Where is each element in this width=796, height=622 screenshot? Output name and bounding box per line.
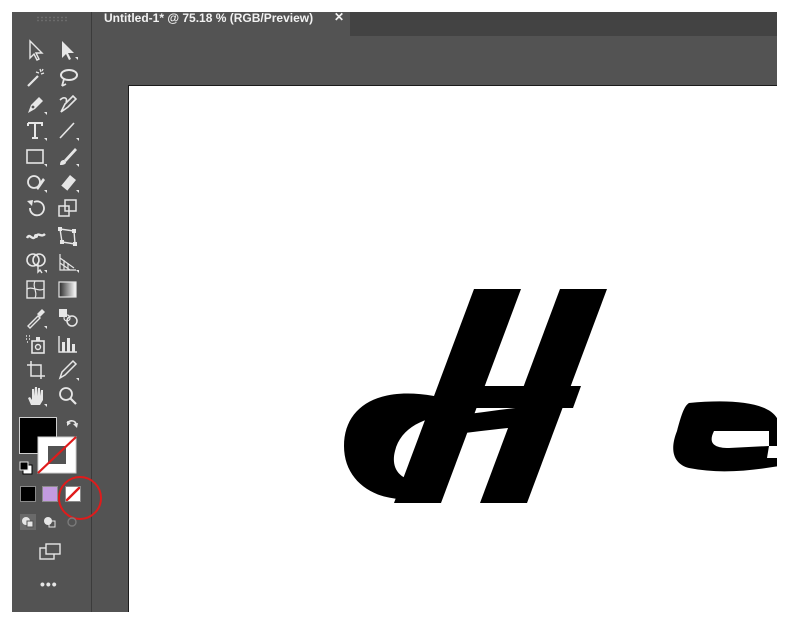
shape-builder-tool-icon[interactable] — [24, 250, 48, 274]
lasso-tool-icon[interactable] — [56, 66, 80, 90]
rotate-tool-icon[interactable] — [24, 196, 48, 220]
screen-mode-icon[interactable] — [38, 540, 62, 564]
width-tool-icon[interactable] — [24, 224, 48, 248]
color-mode-button[interactable] — [20, 486, 36, 502]
swap-fill-stroke-icon[interactable] — [64, 418, 80, 434]
document-tab-strip: Untitled-1* @ 75.18 % (RGB/Preview) ✕ — [92, 10, 777, 36]
curvature-tool-icon[interactable] — [56, 92, 80, 116]
slice-tool-icon[interactable] — [56, 358, 80, 382]
document-tab[interactable]: Untitled-1* @ 75.18 % (RGB/Preview) ✕ — [92, 10, 350, 36]
blend-tool-icon[interactable] — [56, 306, 80, 330]
gradient-mode-button[interactable] — [42, 486, 58, 502]
artboard-artwork[interactable]: He — [129, 86, 777, 612]
stroke-swatch[interactable] — [37, 436, 77, 474]
mesh-tool-icon[interactable] — [24, 278, 48, 302]
shaper-tool-icon[interactable] — [24, 170, 48, 194]
draw-inside-icon[interactable] — [64, 514, 80, 530]
hand-tool-icon[interactable] — [24, 384, 48, 408]
artboard-tool-icon[interactable] — [24, 358, 48, 382]
edit-toolbar-button[interactable]: ••• — [40, 576, 58, 592]
artboard[interactable]: He — [128, 85, 777, 612]
symbol-sprayer-tool-icon[interactable] — [24, 332, 48, 356]
magic-wand-tool-icon[interactable] — [24, 66, 48, 90]
gradient-tool-icon[interactable] — [56, 278, 80, 302]
zoom-tool-icon[interactable] — [56, 384, 80, 408]
draw-behind-icon[interactable] — [42, 514, 58, 530]
illustrator-window: Untitled-1* @ 75.18 % (RGB/Preview) ✕ He — [0, 0, 796, 622]
scale-tool-icon[interactable] — [56, 196, 80, 220]
column-graph-tool-icon[interactable] — [56, 332, 80, 356]
pen-tool-icon[interactable] — [24, 92, 48, 116]
eraser-tool-icon[interactable] — [56, 170, 80, 194]
eyedropper-tool-icon[interactable] — [24, 306, 48, 330]
selection-tool-icon[interactable] — [24, 38, 48, 62]
direct-selection-tool-icon[interactable] — [56, 38, 80, 62]
type-tool-icon[interactable] — [24, 118, 48, 142]
paintbrush-tool-icon[interactable] — [56, 144, 80, 168]
rectangle-tool-icon[interactable] — [24, 144, 48, 168]
document-tab-title: Untitled-1* @ 75.18 % (RGB/Preview) — [104, 11, 314, 25]
perspective-grid-tool-icon[interactable] — [56, 250, 80, 274]
panel-grip[interactable] — [36, 16, 68, 22]
free-transform-tool-icon[interactable] — [56, 224, 80, 248]
default-fill-stroke-icon[interactable] — [18, 460, 34, 476]
line-segment-tool-icon[interactable] — [56, 118, 80, 142]
close-tab-icon[interactable]: ✕ — [334, 10, 344, 24]
draw-normal-icon[interactable] — [20, 514, 36, 530]
